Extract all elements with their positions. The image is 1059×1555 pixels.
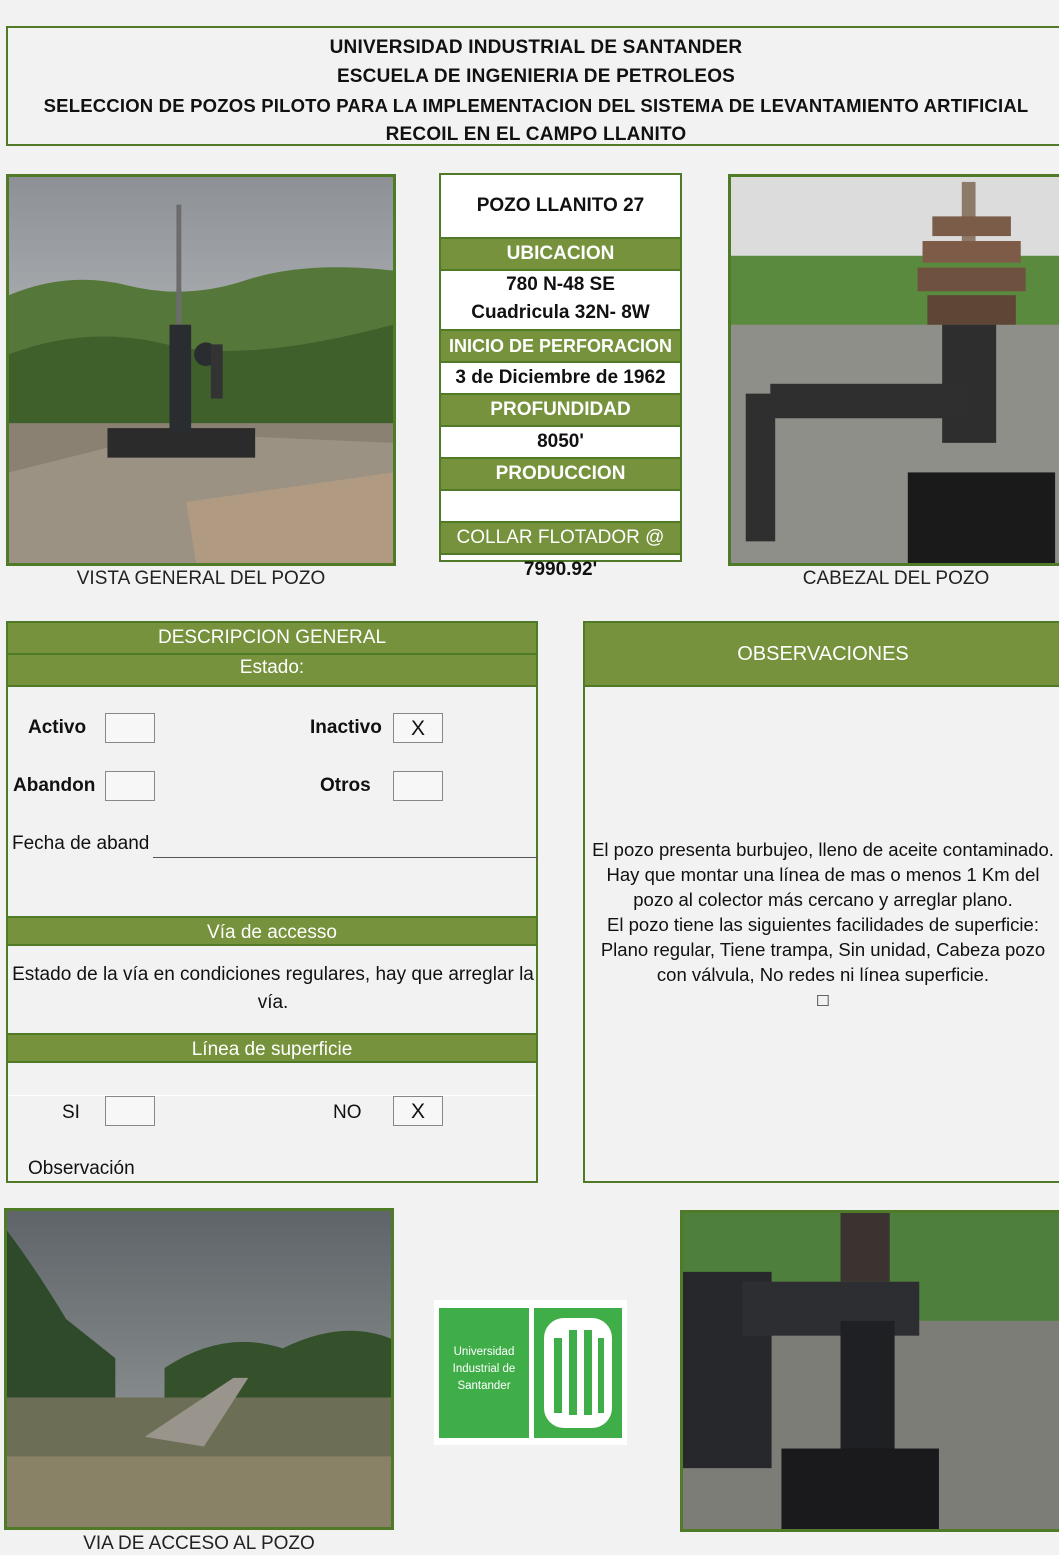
abandon-label: Abandon (13, 775, 96, 796)
header-line-4: RECOIL EN EL CAMPO LLANITO (385, 124, 687, 145)
well-info-card: POZO LLANITO 27 UBICACION 780 N-48 SE Cu… (439, 173, 682, 580)
abandon-checkbox[interactable] (105, 771, 155, 801)
caption-wellhead: CABEZAL DEL POZO (802, 568, 990, 589)
otros-checkbox[interactable] (393, 771, 443, 801)
observation-line: pozo al colector más cercano y arreglar … (633, 889, 1013, 910)
observation-line: Plano regular, Tiene trampa, Sin unidad,… (600, 939, 1046, 960)
logo-text: Industrial de (452, 1363, 516, 1375)
wellhead-closeup-image (683, 1213, 1059, 1529)
logo-text: Santander (457, 1380, 511, 1392)
header-line-1: UNIVERSIDAD INDUSTRIAL DE SANTANDER (329, 37, 743, 58)
produccion-value (441, 491, 680, 523)
access-road-image (7, 1211, 391, 1527)
divider (8, 1095, 536, 1096)
observations-text: El pozo presenta burbujeo, lleno de acei… (585, 837, 1059, 1012)
header-line-2: ESCUELA DE INGENIERIA DE PETROLEOS (336, 66, 736, 87)
well-name: POZO LLANITO 27 (441, 175, 680, 239)
description-title: DESCRIPCION GENERAL (8, 623, 536, 655)
observation-line: □ (817, 989, 829, 1010)
wellhead-image (731, 177, 1059, 563)
inicio-label: INICIO DE PERFORACION (441, 331, 680, 363)
produccion-label: PRODUCCION (441, 459, 680, 491)
uis-logo: Universidad Industrial de Santander (434, 1300, 627, 1445)
fecha-abandono-label: Fecha de aband (12, 833, 150, 854)
ubicacion-value-1: 780 N-48 SE (506, 274, 615, 295)
no-label: NO (333, 1102, 362, 1123)
si-label: SI (62, 1102, 80, 1123)
si-checkbox[interactable] (105, 1096, 155, 1126)
ubicacion-value-2: Cuadricula 32N- 8W (441, 299, 680, 331)
header-line-3: SELECCION DE POZOS PILOTO PARA LA IMPLEM… (43, 95, 1029, 116)
via-acceso-title: Vía de accesso (8, 916, 536, 946)
inicio-value: 3 de Diciembre de 1962 (441, 363, 680, 395)
general-description-panel: DESCRIPCION GENERAL Estado: Activo Inact… (6, 621, 538, 1183)
estado-label: Estado: (8, 655, 536, 687)
activo-checkbox[interactable] (105, 713, 155, 743)
logo-text: Universidad (453, 1346, 515, 1358)
logo-emblem (534, 1308, 622, 1438)
otros-label: Otros (320, 775, 371, 796)
inactivo-checkbox[interactable]: X (393, 713, 443, 743)
fecha-abandono-field[interactable] (153, 857, 538, 858)
observacion-label: Observación (28, 1158, 135, 1179)
linea-superficie-title: Línea de superficie (8, 1033, 536, 1063)
observation-line: El pozo presenta burbujeo, lleno de acei… (592, 839, 1054, 860)
photo-access-road (4, 1208, 394, 1530)
profundidad-label: PROFUNDIDAD (441, 395, 680, 427)
observation-line: El pozo tiene las siguientes facilidades… (607, 914, 1039, 935)
logo-text-block: Universidad Industrial de Santander (439, 1308, 529, 1438)
uis-emblem-icon (544, 1318, 612, 1428)
activo-label: Activo (28, 717, 87, 738)
caption-general-view: VISTA GENERAL DEL POZO (76, 568, 326, 589)
observation-line: con válvula, No redes ni línea superfici… (656, 964, 990, 985)
ubicacion-label: UBICACION (441, 239, 680, 271)
observations-title: OBSERVACIONES (585, 623, 1059, 687)
observation-line: Hay que montar una línea de mas o menos … (606, 864, 1040, 885)
observations-panel: OBSERVACIONES El pozo presenta burbujeo,… (583, 621, 1059, 1183)
photo-wellhead (728, 174, 1059, 566)
report-header: UNIVERSIDAD INDUSTRIAL DE SANTANDER ESCU… (6, 26, 1059, 146)
collar-label: COLLAR FLOTADOR @ (441, 523, 680, 555)
collar-value: 7990.92' (523, 559, 598, 580)
well-general-image (9, 177, 393, 563)
photo-wellhead-closeup (680, 1210, 1059, 1532)
no-checkbox[interactable]: X (393, 1096, 443, 1126)
caption-access-road: VIA DE ACCESO AL POZO (83, 1533, 315, 1554)
photo-general-view (6, 174, 396, 566)
profundidad-value: 8050' (441, 427, 680, 459)
via-acceso-text: Estado de la vía en condiciones regulare… (12, 964, 534, 1013)
inactivo-label: Inactivo (310, 717, 382, 738)
